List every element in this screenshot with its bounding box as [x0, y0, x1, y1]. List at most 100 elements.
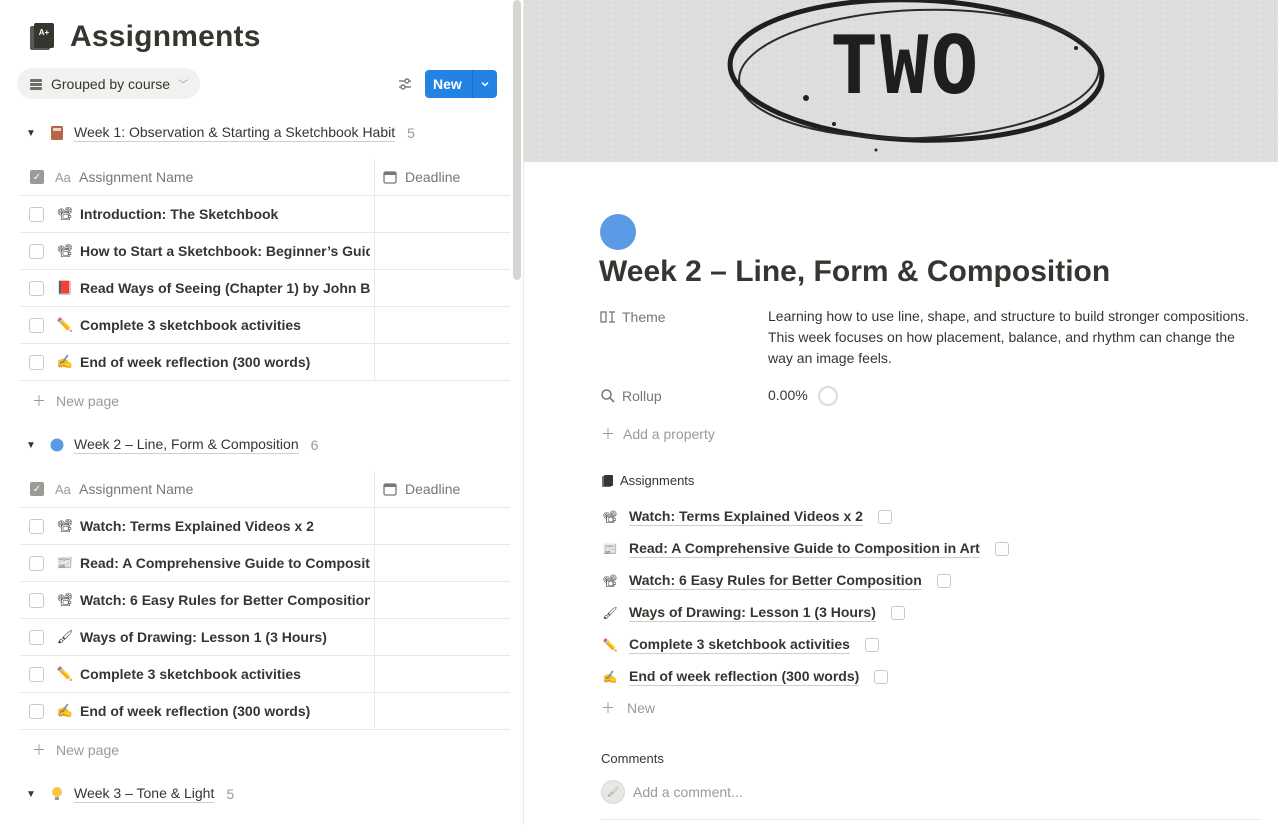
calendar-icon	[383, 483, 397, 496]
group-count: 5	[226, 786, 235, 802]
relation-item-name[interactable]: Ways of Drawing: Lesson 1 (3 Hours)	[629, 604, 876, 622]
relation-item[interactable]: 📰 Read: A Comprehensive Guide to Composit…	[602, 533, 1009, 565]
row-checkbox[interactable]	[29, 555, 44, 571]
property-key[interactable]: Rollup	[600, 385, 768, 406]
theme-value[interactable]: Learning how to use line, shape, and str…	[768, 306, 1258, 369]
toggle-triangle-icon[interactable]: ▼	[26, 440, 44, 451]
grade-book-icon: A+	[30, 23, 54, 50]
relation-item[interactable]: 📽 Watch: Terms Explained Videos x 2	[602, 501, 1009, 533]
relation-header[interactable]: Assignments	[601, 473, 694, 488]
relation-item-name[interactable]: Complete 3 sketchbook activities	[629, 636, 850, 654]
relation-item[interactable]: ✏️ Complete 3 sketchbook activities	[602, 629, 1009, 661]
row-title[interactable]: Complete 3 sketchbook activities	[80, 666, 370, 682]
row-checkbox[interactable]	[29, 703, 44, 719]
toggle-triangle-icon[interactable]: ▼	[26, 128, 44, 139]
group-name[interactable]: Week 1: Observation & Starting a Sketchb…	[74, 124, 396, 142]
group-header[interactable]: ▼ Week 1: Observation & Starting a Sketc…	[20, 120, 510, 146]
lightbulb-icon	[50, 786, 68, 802]
film-camera-icon: 📽	[602, 574, 618, 588]
group-header[interactable]: ▼ Week 2 – Line, Form & Composition 6	[20, 432, 510, 458]
cover-image[interactable]: TWO	[524, 0, 1278, 162]
relation-checkbox[interactable]	[864, 638, 879, 652]
pencil-icon: ✏️	[56, 317, 74, 332]
relation-item-name[interactable]: Read: A Comprehensive Guide to Compositi…	[629, 540, 980, 558]
relation-item[interactable]: 🖌 Ways of Drawing: Lesson 1 (3 Hours)	[602, 597, 1009, 629]
table-header: ✓ Aa Assignment Name Deadline	[20, 159, 510, 196]
database-pane: A+ Assignments Grouped by course ﹀ New ▼…	[0, 0, 524, 825]
row-title[interactable]: Read Ways of Seeing (Chapter 1) by John …	[80, 280, 370, 296]
table-row[interactable]: ✏️ Complete 3 sketchbook activities	[20, 307, 510, 344]
table-row[interactable]: 📽 Introduction: The Sketchbook	[20, 196, 510, 233]
new-page-button[interactable]: ＋ New page	[20, 381, 510, 421]
relation-item-name[interactable]: Watch: 6 Easy Rules for Better Compositi…	[629, 572, 922, 590]
column-header-name[interactable]: Assignment Name	[79, 481, 193, 497]
page-title[interactable]: Week 2 – Line, Form & Composition	[599, 255, 1110, 289]
relation-item[interactable]: ✍️ End of week reflection (300 words)	[602, 661, 1009, 693]
plus-icon: ＋	[601, 700, 615, 716]
table-row[interactable]: 📰 Read: A Comprehensive Guide to Composit…	[20, 545, 510, 582]
relation-new-label: New	[627, 700, 656, 716]
row-title[interactable]: End of week reflection (300 words)	[80, 703, 370, 719]
filter-settings-icon[interactable]	[395, 74, 415, 94]
theme-label: Theme	[622, 308, 666, 325]
relation-checkbox[interactable]	[877, 510, 892, 524]
row-checkbox[interactable]	[29, 592, 44, 608]
add-property-button[interactable]: ＋ Add a property	[601, 424, 715, 444]
group-header[interactable]: ▼ Week 3 – Tone & Light 5	[20, 781, 510, 807]
table-row[interactable]: 📽 How to Start a Sketchbook: Beginner’s G…	[20, 233, 510, 270]
relation-item-name[interactable]: Watch: Terms Explained Videos x 2	[629, 508, 863, 526]
row-title[interactable]: End of week reflection (300 words)	[80, 354, 370, 370]
new-button[interactable]: New	[425, 70, 473, 98]
column-divider	[374, 471, 375, 507]
row-checkbox[interactable]	[29, 666, 44, 682]
table-row[interactable]: 📽 Watch: 6 Easy Rules for Better Composit…	[20, 582, 510, 619]
row-title[interactable]: How to Start a Sketchbook: Beginner’s Gu…	[80, 243, 370, 259]
chevron-down-icon: ﹀	[178, 80, 189, 91]
row-title[interactable]: Ways of Drawing: Lesson 1 (3 Hours)	[80, 629, 370, 645]
table-row[interactable]: 📕 Read Ways of Seeing (Chapter 1) by John…	[20, 270, 510, 307]
page-icon[interactable]	[600, 214, 636, 250]
relation-new-button[interactable]: ＋ New	[601, 698, 655, 718]
new-page-button[interactable]: ＋ New page	[20, 730, 510, 770]
row-checkbox[interactable]	[29, 518, 44, 534]
row-checkbox[interactable]	[29, 629, 44, 645]
row-checkbox[interactable]	[29, 354, 44, 370]
toggle-triangle-icon[interactable]: ▼	[26, 789, 44, 800]
row-title[interactable]: Watch: Terms Explained Videos x 2	[80, 518, 370, 534]
relation-item[interactable]: 📽 Watch: 6 Easy Rules for Better Composit…	[602, 565, 1009, 597]
row-checkbox[interactable]	[29, 280, 44, 296]
rollup-value: 0.00%	[768, 387, 808, 403]
view-selector[interactable]: Grouped by course ﹀	[17, 68, 201, 99]
relation-checkbox[interactable]	[994, 542, 1009, 556]
column-header-deadline[interactable]: Deadline	[383, 169, 460, 185]
row-title[interactable]: Introduction: The Sketchbook	[80, 206, 370, 222]
column-divider	[374, 508, 375, 544]
table-row[interactable]: 🖌 Ways of Drawing: Lesson 1 (3 Hours)	[20, 619, 510, 656]
relation-item-name[interactable]: End of week reflection (300 words)	[629, 668, 860, 686]
row-title[interactable]: Watch: 6 Easy Rules for Better Compositi…	[80, 592, 370, 608]
new-dropdown-button[interactable]	[472, 70, 497, 98]
property-key[interactable]: Theme	[600, 306, 768, 327]
relation-checkbox[interactable]	[890, 606, 905, 620]
column-header-name[interactable]: Assignment Name	[79, 169, 193, 185]
chevron-down-icon	[481, 81, 489, 87]
rollup-label: Rollup	[622, 387, 662, 404]
group-name[interactable]: Week 2 – Line, Form & Composition	[74, 436, 299, 454]
row-title[interactable]: Read: A Comprehensive Guide to Compositi…	[80, 555, 370, 571]
relation-checkbox[interactable]	[874, 670, 889, 684]
table-row[interactable]: ✍️ End of week reflection (300 words)	[20, 344, 510, 381]
row-checkbox[interactable]	[29, 206, 44, 222]
scrollbar-thumb[interactable]	[513, 0, 521, 280]
column-header-deadline[interactable]: Deadline	[383, 481, 460, 497]
row-title[interactable]: Complete 3 sketchbook activities	[80, 317, 370, 333]
relation-checkbox[interactable]	[936, 574, 951, 588]
rollup-value-cell[interactable]: 0.00%	[768, 385, 1258, 407]
table-row[interactable]: ✏️ Complete 3 sketchbook activities	[20, 656, 510, 693]
comment-input[interactable]: Add a comment...	[633, 784, 743, 800]
comment-composer[interactable]: 🖌 Add a comment...	[601, 780, 743, 804]
row-checkbox[interactable]	[29, 317, 44, 333]
table-row[interactable]: 📽 Watch: Terms Explained Videos x 2	[20, 508, 510, 545]
group-name[interactable]: Week 3 – Tone & Light	[74, 785, 215, 803]
row-checkbox[interactable]	[29, 243, 44, 259]
table-row[interactable]: ✍️ End of week reflection (300 words)	[20, 693, 510, 730]
